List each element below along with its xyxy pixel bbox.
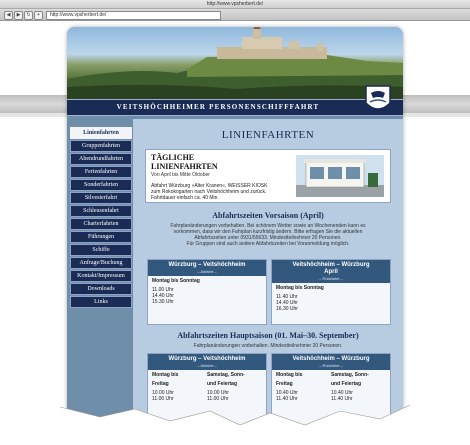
company-shield-logo[interactable] xyxy=(365,85,391,115)
time-cell: 16.30 Uhr xyxy=(276,306,298,312)
vorsaison-note-4: Für Gruppen sind auch andere Abfahrtszei… xyxy=(186,241,350,247)
day-label: und Feiertag xyxy=(331,381,362,387)
time-cell: 15.30 Uhr xyxy=(152,299,174,305)
day-label: Freitag xyxy=(152,381,169,387)
browser-toolbar: ◀ ▶ ↻ + http://www.vpsherbert.de/ xyxy=(0,9,470,21)
sidebar-item-sonderfahrten[interactable]: Sonderfahrten xyxy=(70,179,132,191)
vorsaison-return-table: Veitshöchheim – Würzburg April – Rückfah… xyxy=(271,259,391,325)
window-title: http://www.vpsherbert.de/ xyxy=(206,1,264,7)
page-title: LINIENFAHRTEN xyxy=(221,129,315,141)
sidebar-item-silvesterfahrt[interactable]: Silvesterfahrt xyxy=(70,192,132,204)
day-label: Montag bis Sonntag xyxy=(152,278,200,284)
sidebar-item-gruppenfahrten[interactable]: Gruppenfahrten xyxy=(70,140,132,152)
sidebar-item-charterfahrten[interactable]: Charterfahrten xyxy=(70,218,132,230)
sidebar-item-linienfahrten[interactable]: Linienfahrten xyxy=(70,127,132,139)
sidebar-item-schiffe[interactable]: Schiffe xyxy=(70,244,132,256)
sidebar-item-fuehrungen[interactable]: Führungen xyxy=(70,231,132,243)
sidebar-item-links[interactable]: Links xyxy=(70,296,132,308)
intro-heading: TÄGLICHE LINIENFAHRTEN xyxy=(151,153,291,171)
direction-label: – Abfahrt – xyxy=(197,269,217,274)
intro-description: Abfahrt Würzburg »Alter Kranen«, WEISSER… xyxy=(151,183,291,201)
direction-label: – Rückfahrt – xyxy=(319,276,343,281)
intro-box: TÄGLICHE LINIENFAHRTEN Von April bis Mitt… xyxy=(145,149,391,203)
vorsaison-departure-table: Würzburg – Veitshöchheim – Abfahrt – Mon… xyxy=(147,259,267,325)
sidebar-item-kontakt-impressum[interactable]: Kontakt/Impressum xyxy=(70,270,132,282)
browser-title-bar: http://www.vpsherbert.de/ xyxy=(0,0,470,15)
fortress-landscape-image xyxy=(67,27,403,99)
day-label: Montag bis Sonntag xyxy=(276,285,324,291)
intro-heading-line2: LINIENFAHRTEN xyxy=(151,162,218,171)
sidebar-item-downloads[interactable]: Downloads xyxy=(70,283,132,295)
day-label: Samstag, Sonn- xyxy=(331,372,369,378)
website-page: VEITSHÖCHHEIMER PERSONENSCHIFFFAHRT LINI… xyxy=(67,27,403,427)
intro-subtitle: Von April bis Mitte Oktober xyxy=(151,172,210,178)
route-label-month: April xyxy=(324,269,338,275)
route-label: Würzburg – Veitshöchheim xyxy=(168,262,246,268)
direction-label: – Abfahrt – xyxy=(197,363,217,368)
direction-label: – Rückfahrt – xyxy=(319,363,343,368)
main-content: LINIENFAHRTEN TÄGLICHE LINIENFAHRTEN Von … xyxy=(133,119,403,427)
route-label: Würzburg – Veitshöchheim xyxy=(168,356,246,362)
back-arrow-icon[interactable]: ◀ xyxy=(4,11,13,20)
intro-desc-line3: Fahrtdauer einfach ca. 40 Min. xyxy=(151,195,219,201)
reload-icon[interactable]: ↻ xyxy=(24,11,33,20)
add-bookmark-icon[interactable]: + xyxy=(34,11,43,20)
table-header: Würzburg – Veitshöchheim – Abfahrt – xyxy=(148,354,266,370)
day-label: Montag bis xyxy=(152,372,179,378)
sidebar-item-anfrage-buchung[interactable]: Anfrage/Buchung xyxy=(70,257,132,269)
address-bar[interactable]: http://www.vpsherbert.de/ xyxy=(46,11,221,20)
table-header: Veitshöchheim – Würzburg April – Rückfah… xyxy=(272,260,390,283)
route-label: Veitshöchheim – Würzburg xyxy=(292,262,370,268)
hauptsaison-note: Fahrplanänderungen vorbehalten. Mindestt… xyxy=(193,343,343,349)
vorsaison-notes: Fahrplanänderungen vorbehalten. Bei schö… xyxy=(141,223,395,247)
site-name: VEITSHÖCHHEIMER PERSONENSCHIFFFAHRT xyxy=(116,103,320,111)
forward-arrow-icon[interactable]: ▶ xyxy=(14,11,23,20)
day-label: Montag bis xyxy=(276,372,303,378)
table-body: Montag bis Sonntag 11.40 Uhr 14.40 Uhr 1… xyxy=(272,283,390,314)
table-body: Montag bis Sonntag 11.00 Uhr 14.40 Uhr 1… xyxy=(148,276,266,307)
kiosk-photo xyxy=(296,155,384,197)
day-label: und Feiertag xyxy=(207,381,238,387)
intro-heading-line1: TÄGLICHE xyxy=(151,153,195,162)
hauptsaison-heading: Abfahrtszeiten Hauptsaison (01. Mai–30. … xyxy=(177,331,359,340)
sidebar-item-abendrundfahrten[interactable]: Abendrundfahrten xyxy=(70,153,132,165)
site-banner: VEITSHÖCHHEIMER PERSONENSCHIFFFAHRT xyxy=(67,99,403,116)
day-label: Freitag xyxy=(276,381,293,387)
header-photo xyxy=(67,27,403,99)
table-header: Veitshöchheim – Würzburg – Rückfahrt – xyxy=(272,354,390,370)
day-label: Samstag, Sonn- xyxy=(207,372,245,378)
sidebar-menu: Linienfahrten Gruppenfahrten Abendrundfa… xyxy=(67,127,133,309)
sidebar-item-ferienfahrten[interactable]: Ferienfahrten xyxy=(70,166,132,178)
sidebar-item-schleusenfahrt[interactable]: Schleusenfahrt xyxy=(70,205,132,217)
table-header: Würzburg – Veitshöchheim – Abfahrt – xyxy=(148,260,266,276)
torn-page-edge xyxy=(60,404,410,445)
route-label: Veitshöchheim – Würzburg xyxy=(292,356,370,362)
vorsaison-heading: Abfahrtszeiten Vorsaison (April) xyxy=(212,211,324,220)
